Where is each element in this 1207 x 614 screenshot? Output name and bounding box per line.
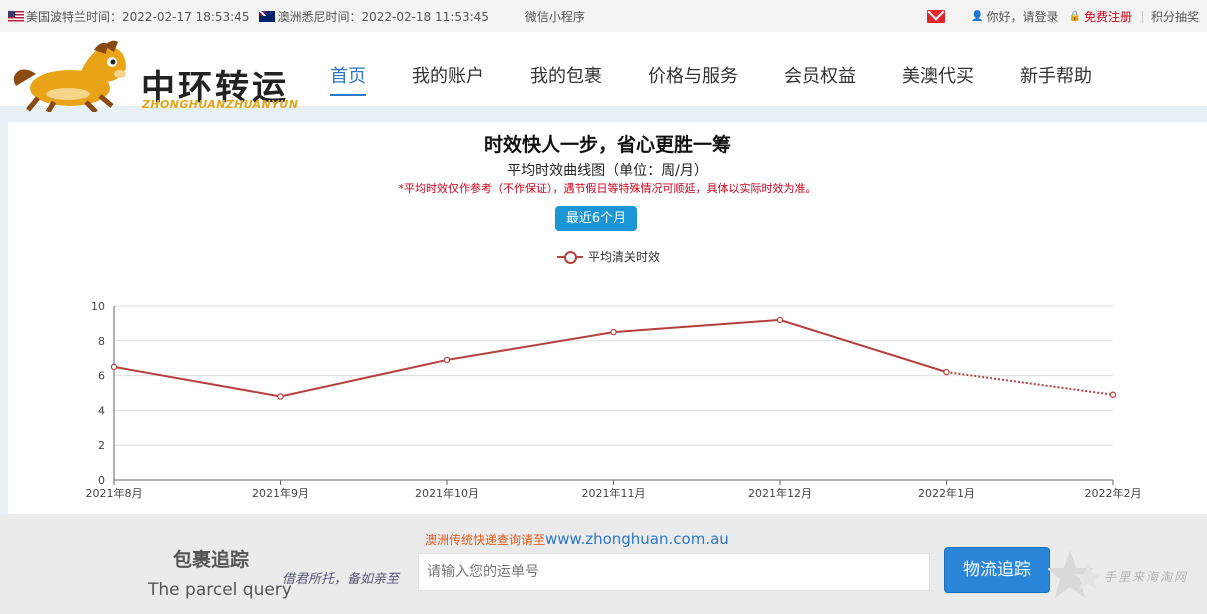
top-bar: 美国波特兰时间：2022-02-17 18:53:45 澳洲悉尼时间：2022-… <box>0 0 1207 32</box>
timeliness-panel: 时效快人一步，省心更胜一筹 平均时效曲线图（单位：周/月） *平均时效仅作参考（… <box>8 122 1207 514</box>
wechat-miniprogram-link[interactable]: 微信小程序 <box>525 8 585 25</box>
lock-icon: 🔒 <box>1068 11 1081 22</box>
header: 中环转运 ZHONGHUANZHUANYUN 首页 我的账户 我的包裹 价格与服… <box>0 32 1207 114</box>
y-tick-label: 2 <box>98 439 105 452</box>
logo[interactable]: 中环转运 ZHONGHUANZHUANYUN <box>8 36 298 112</box>
y-tick-label: 6 <box>98 370 105 383</box>
line-chart: 0 2 4 6 8 10 2021年8月 2021年9月 2021年10月 2021年11月 202… <box>86 300 1142 500</box>
parcel-tracking-section: 包裹追踪 The parcel query 借君所托，备如亲至 澳洲传统快递查询… <box>0 514 1207 614</box>
nav-help[interactable]: 新手帮助 <box>1020 62 1092 96</box>
horse-logo-icon <box>13 40 126 112</box>
data-point <box>943 368 950 376</box>
data-point <box>776 316 784 324</box>
watermark-text: 手里来海淘网 <box>1104 570 1189 584</box>
data-point <box>610 328 617 336</box>
slogan: 借君所托，备如亲至 <box>282 572 400 587</box>
nav-us-au-shopping[interactable]: 美澳代买 <box>902 62 974 96</box>
nav-membership[interactable]: 会员权益 <box>784 62 856 96</box>
account-links: 👤 你好，请登录 🔒 免费注册 积分抽奖 <box>927 8 1199 25</box>
nav-my-parcels[interactable]: 我的包裹 <box>530 62 602 96</box>
track-button[interactable]: 物流追踪 <box>944 547 1050 593</box>
data-point <box>110 363 118 371</box>
tracking-number-input[interactable] <box>418 553 930 591</box>
query-tip: 澳洲传统快递查询请至www.zhonghuan.com.au <box>425 530 729 548</box>
data-point <box>277 393 284 400</box>
us-clock: 美国波特兰时间：2022-02-17 18:53:45 <box>26 10 250 24</box>
au-clock: 澳洲悉尼时间：2022-02-18 11:53:45 <box>277 10 489 24</box>
nav-home[interactable]: 首页 <box>330 62 366 96</box>
login-link[interactable]: 你好，请登录 <box>987 8 1059 25</box>
clocks: 美国波特兰时间：2022-02-17 18:53:45 澳洲悉尼时间：2022-… <box>8 8 585 25</box>
logo-en-text: ZHONGHUANZHUANYUN <box>142 98 299 111</box>
data-point <box>443 356 451 364</box>
nav-pricing[interactable]: 价格与服务 <box>648 62 738 96</box>
series-line <box>113 318 947 398</box>
us-flag-icon <box>8 11 24 22</box>
au-flag-icon <box>259 11 276 22</box>
tracking-title: 包裹追踪 <box>173 549 250 571</box>
y-tick-label: 10 <box>91 300 105 313</box>
x-tick-label: 2022年2月 <box>1085 486 1142 500</box>
watermark: 手里来海淘网 <box>1046 546 1207 606</box>
y-tick-label: 0 <box>98 474 105 487</box>
query-url-link[interactable]: www.zhonghuan.com.au <box>545 530 729 548</box>
points-lottery-link[interactable]: 积分抽奖 <box>1151 8 1199 25</box>
star-watermark-icon <box>1046 550 1102 598</box>
x-tick-label: 2021年9月 <box>252 486 309 500</box>
user-icon: 👤 <box>971 11 984 22</box>
x-tick-label: 2021年8月 <box>86 486 143 500</box>
register-link[interactable]: 免费注册 <box>1084 8 1132 25</box>
divider <box>1141 10 1143 23</box>
tracking-subtitle: The parcel query <box>148 580 292 600</box>
nav-my-account[interactable]: 我的账户 <box>412 62 484 96</box>
y-tick-label: 8 <box>98 335 105 348</box>
mail-icon[interactable] <box>927 10 946 23</box>
query-tip-text: 澳洲传统快递查询请至 <box>425 533 546 547</box>
main-nav: 首页 我的账户 我的包裹 价格与服务 会员权益 美澳代买 新手帮助 <box>330 62 1138 96</box>
x-tick-label: 2021年12月 <box>748 486 812 500</box>
x-tick-label: 2021年10月 <box>415 486 479 500</box>
x-tick-label: 2022年1月 <box>918 486 975 500</box>
y-tick-label: 4 <box>98 404 105 417</box>
data-point <box>1109 391 1117 398</box>
x-tick-label: 2021年11月 <box>582 486 646 500</box>
